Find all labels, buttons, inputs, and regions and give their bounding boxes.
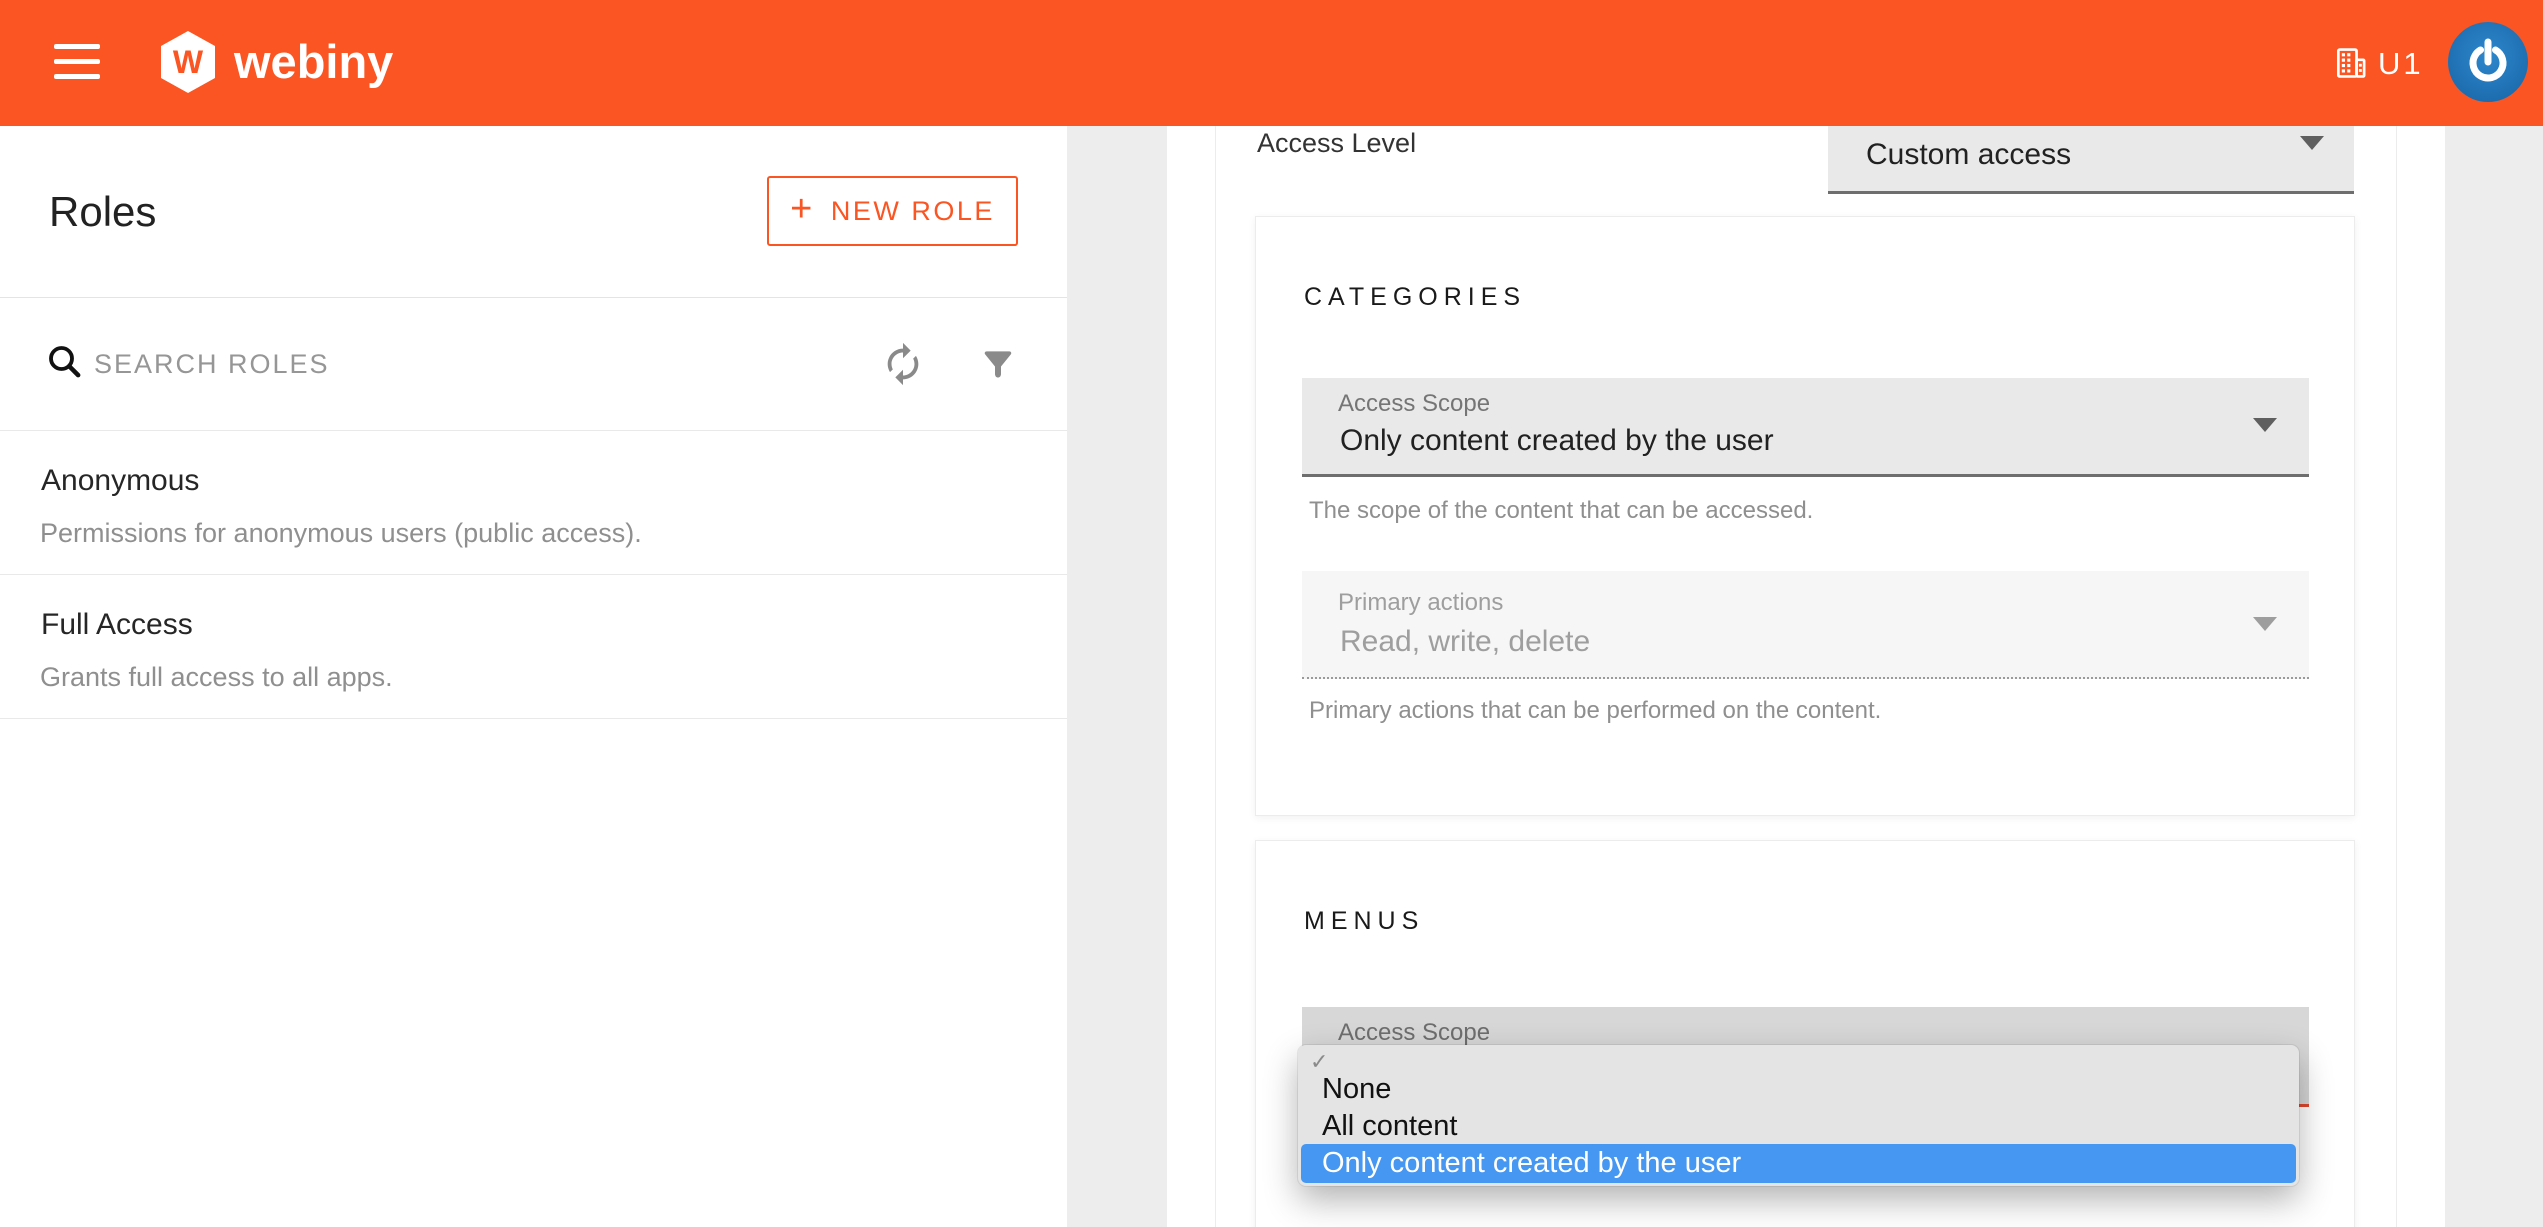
form-sheet-left-edge: [1215, 126, 1216, 1227]
webiny-logo-icon[interactable]: W: [160, 30, 216, 99]
dropdown-option-only-content-created-by-user[interactable]: Only content created by the user: [1301, 1144, 2296, 1183]
search-icon: [44, 341, 86, 383]
dropdown-option-all-content[interactable]: All content: [1322, 1108, 1457, 1144]
access-level-label: Access Level: [1257, 128, 1416, 159]
new-role-button-label: NEW ROLE: [831, 196, 995, 227]
dropdown-arrow-icon: [2253, 418, 2277, 432]
primary-actions-value: Read, write, delete: [1340, 625, 1590, 659]
plus-icon: +: [790, 188, 815, 231]
webiny-admin-screen: W webiny U1: [0, 0, 2543, 1227]
categories-access-scope-select[interactable]: Access Scope Only content created by the…: [1302, 378, 2309, 477]
roles-list-panel: Roles + NEW ROLE Anonymous Permissions f…: [0, 126, 1067, 1227]
primary-actions-helper: Primary actions that can be performed on…: [1309, 697, 1881, 725]
svg-text:W: W: [173, 44, 204, 80]
dropdown-arrow-icon: [2253, 617, 2277, 631]
refresh-icon[interactable]: [880, 341, 926, 387]
access-scope-dropdown-menu: ✓ None All content Only content created …: [1298, 1045, 2299, 1186]
filter-icon[interactable]: [978, 345, 1018, 385]
access-scope-label: Access Scope: [1338, 390, 1490, 418]
menu-icon[interactable]: [54, 44, 100, 82]
role-name: Anonymous: [41, 464, 199, 498]
user-avatar[interactable]: [2446, 20, 2530, 104]
tenant-building-icon[interactable]: [2332, 44, 2370, 87]
role-list-item-full-access[interactable]: Full Access Grants full access to all ap…: [0, 574, 1067, 719]
access-scope-value: Only content created by the user: [1340, 424, 1774, 458]
access-scope-label: Access Scope: [1338, 1019, 1490, 1047]
categories-card: CATEGORIES Access Scope Only content cre…: [1255, 216, 2355, 816]
new-role-button[interactable]: + NEW ROLE: [767, 176, 1018, 246]
role-name: Full Access: [41, 608, 193, 642]
tenant-id-label[interactable]: U1: [2378, 46, 2424, 82]
form-sheet-right-edge: [2396, 126, 2397, 1227]
role-list-item-anonymous[interactable]: Anonymous Permissions for anonymous user…: [0, 430, 1067, 575]
categories-heading: CATEGORIES: [1304, 283, 1526, 312]
search-input[interactable]: [92, 335, 716, 393]
role-description: Grants full access to all apps.: [40, 662, 393, 693]
categories-primary-actions-select: Primary actions Read, write, delete: [1302, 571, 2309, 679]
dropdown-option-none[interactable]: None: [1322, 1071, 1391, 1107]
menus-heading: MENUS: [1304, 907, 1424, 936]
access-level-value: Custom access: [1866, 138, 2071, 172]
webiny-wordmark: webiny: [234, 34, 393, 89]
app-bar: W webiny U1: [0, 0, 2543, 126]
page-title: Roles: [49, 188, 156, 236]
access-scope-helper: The scope of the content that can be acc…: [1309, 497, 1813, 525]
dropdown-arrow-icon: [2300, 136, 2324, 150]
role-description: Permissions for anonymous users (public …: [40, 518, 642, 549]
primary-actions-label: Primary actions: [1338, 589, 1503, 617]
roles-toolbar: Roles + NEW ROLE: [0, 126, 1067, 298]
roles-search-bar: [0, 297, 1067, 431]
